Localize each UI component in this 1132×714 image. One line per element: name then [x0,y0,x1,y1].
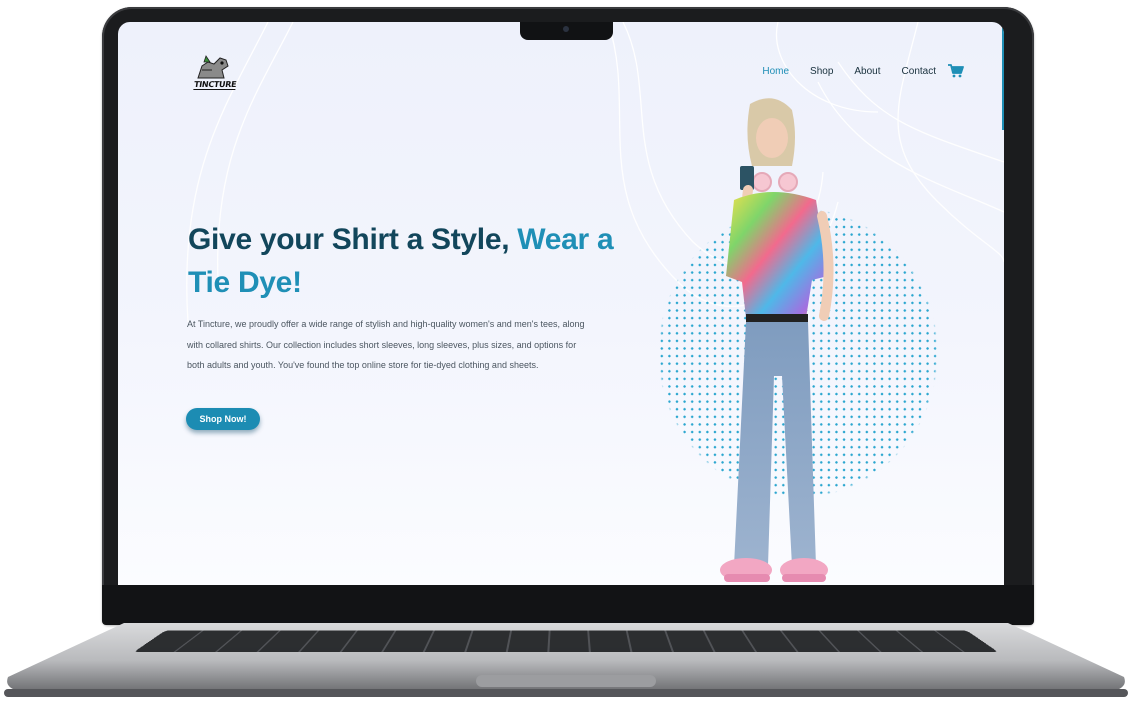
nav-about[interactable]: About [854,66,880,77]
camera-notch [520,22,613,40]
hero-title-main: Give your Shirt a Style, [188,223,510,256]
dog-mascot-icon [197,55,229,79]
hero-title: Give your Shirt a Style, Wear a Tie Dye! [188,218,618,304]
cart-icon[interactable] [948,64,964,78]
model-photo [720,98,834,582]
website-screen: TINCTURE Home Shop About Contact Give yo… [118,22,1004,585]
hero-description: At Tincture, we proudly offer a wide ran… [187,319,585,370]
main-navigation: Home Shop About Contact [741,64,964,78]
shop-now-button[interactable]: Shop Now! [186,408,260,430]
laptop-keyboard [133,630,999,653]
laptop-bezel-bottom [102,585,1034,625]
logo-wordmark: TINCTURE [193,80,237,90]
nav-shop[interactable]: Shop [810,66,833,77]
scrollbar-accent [1002,28,1004,130]
nav-home[interactable]: Home [762,66,789,77]
nav-contact[interactable]: Contact [902,66,936,77]
camera-icon [563,26,569,32]
